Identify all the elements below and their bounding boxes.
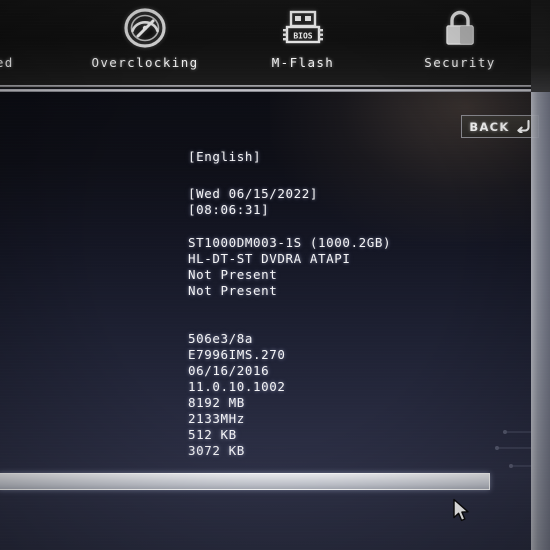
back-button-label: BACK [469, 119, 510, 134]
circuit-decoration [495, 430, 531, 468]
info-detail-7: 3072 KB [188, 443, 245, 458]
info-detail-4: 8192 MB [188, 395, 245, 410]
info-detail-2: 06/16/2016 [188, 363, 270, 378]
info-time: [08:06:31] [188, 202, 270, 217]
info-date: [Wed 06/15/2022] [188, 186, 319, 201]
bios-screen: Advanced Overclocking [0, 0, 550, 550]
bios-chip-icon: BIOS [277, 6, 329, 52]
nav-item-overclocking-label: Overclocking [91, 55, 199, 70]
svg-text:BIOS: BIOS [293, 32, 312, 41]
info-storage-1: HL-DT-ST DVDRA ATAPI [188, 251, 351, 266]
speedometer-icon [119, 6, 171, 52]
info-storage-0: ST1000DM003-1S (1000.2GB) [188, 235, 392, 250]
bios-top-navigation: Advanced Overclocking [0, 0, 550, 88]
info-detail-6: 512 KB [188, 427, 237, 442]
nav-item-advanced[interactable]: Advanced [0, 6, 48, 70]
info-storage-3: Not Present [188, 283, 278, 298]
screen-right-edge-top [531, 0, 550, 92]
info-detail-0: 506e3/8a [188, 331, 254, 346]
list-settings-icon [0, 6, 4, 52]
padlock-icon [434, 6, 486, 52]
navbar-divider-upper [0, 85, 550, 87]
info-language: [English] [188, 149, 262, 164]
nav-item-mflash[interactable]: BIOS M-Flash [233, 6, 373, 70]
info-storage-2: Not Present [188, 267, 278, 282]
nav-item-advanced-label: Advanced [0, 55, 14, 70]
back-button[interactable]: BACK [461, 115, 539, 138]
info-detail-1: E7996IMS.270 [188, 347, 286, 362]
nav-item-security[interactable]: Security [390, 6, 530, 70]
info-detail-5: 2133MHz [188, 411, 245, 426]
info-detail-3: 11.0.10.1002 [188, 379, 286, 394]
screen-right-edge [531, 92, 550, 550]
return-arrow-icon [516, 120, 530, 133]
nav-item-overclocking[interactable]: Overclocking [75, 6, 215, 70]
nav-item-mflash-label: M-Flash [271, 55, 335, 70]
horizontal-scrollbar[interactable] [0, 473, 490, 490]
nav-item-security-label: Security [424, 55, 496, 70]
